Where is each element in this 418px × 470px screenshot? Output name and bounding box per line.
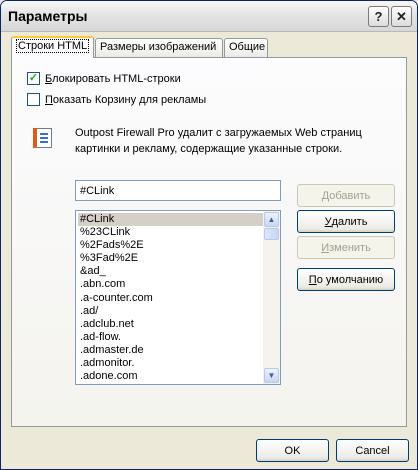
list-item[interactable]: .adclub.net	[78, 318, 264, 331]
document-list-icon	[33, 128, 52, 148]
list-item[interactable]: .abn.com	[78, 278, 264, 291]
list-item[interactable]: .adone.com	[78, 370, 264, 383]
show-bin-label: Показать Корзину для рекламы	[45, 93, 207, 106]
close-icon: ✕	[396, 8, 407, 24]
tab-html-strings-label: Строки HTML	[16, 39, 90, 53]
list-item[interactable]: .ad-flow.	[78, 331, 264, 344]
string-input[interactable]	[75, 180, 281, 201]
list-item[interactable]: %3Fad%2E	[78, 252, 264, 265]
tab-image-sizes[interactable]: Размеры изображений	[95, 38, 223, 57]
list-item[interactable]: .admonitor.	[78, 357, 264, 370]
tab-image-sizes-label: Размеры изображений	[100, 41, 217, 53]
block-html-label: Блокировать HTML-строки	[45, 72, 181, 85]
tab-general-label: Общие	[229, 41, 266, 53]
list-item[interactable]: &ad_	[78, 265, 264, 278]
add-button[interactable]: Добавить	[297, 184, 395, 207]
edit-button[interactable]: Изменить	[297, 236, 395, 259]
window-title: Параметры	[8, 8, 88, 24]
tab-general[interactable]: Общие	[224, 38, 268, 57]
close-button[interactable]: ✕	[391, 6, 412, 27]
list-item[interactable]: .a-counter.com	[78, 292, 264, 305]
tab-panel: ✓ Блокировать HTML-строки Показать Корзи…	[11, 57, 407, 427]
block-html-checkbox[interactable]: ✓	[27, 72, 40, 85]
strings-list: #CLink %23CLink %2Fads%2E %3Fad%2E &ad_ .abn.…	[78, 213, 264, 383]
scroll-thumb[interactable]	[264, 228, 279, 240]
checkmark-icon: ✓	[28, 72, 39, 84]
cancel-button[interactable]: Cancel	[336, 439, 409, 462]
strings-listbox[interactable]: #CLink %23CLink %2Fads%2E %3Fad%2E &ad_ .abn.…	[75, 210, 281, 385]
scroll-down-icon[interactable]: ▼	[264, 368, 279, 383]
description-text: Outpost Firewall Pro удалит с загружаемы…	[75, 127, 362, 155]
default-button[interactable]: По умолчанию	[297, 268, 395, 291]
delete-button[interactable]: Удалить	[297, 210, 395, 233]
list-item[interactable]: %2Fads%2E	[78, 239, 264, 252]
list-item[interactable]: .ad/	[78, 305, 264, 318]
help-icon: ?	[374, 9, 383, 24]
show-bin-checkbox[interactable]	[27, 93, 40, 106]
list-item[interactable]: .admaster.de	[78, 344, 264, 357]
list-item[interactable]: #CLink	[78, 213, 264, 227]
tab-html-strings[interactable]: Строки HTML	[11, 36, 94, 58]
parameters-dialog: Параметры ? ✕ Строки HTML Размеры изобра…	[0, 0, 418, 470]
block-html-option[interactable]: ✓ Блокировать HTML-строки	[27, 72, 181, 85]
list-item[interactable]: %23CLink	[78, 226, 264, 239]
list-scrollbar[interactable]: ▲ ▼	[263, 211, 280, 384]
scroll-up-icon[interactable]: ▲	[264, 212, 279, 227]
show-bin-option[interactable]: Показать Корзину для рекламы	[27, 93, 206, 106]
title-bar[interactable]: Параметры ? ✕	[1, 1, 417, 32]
ok-button[interactable]: OK	[256, 439, 329, 462]
help-button[interactable]: ?	[368, 6, 389, 27]
